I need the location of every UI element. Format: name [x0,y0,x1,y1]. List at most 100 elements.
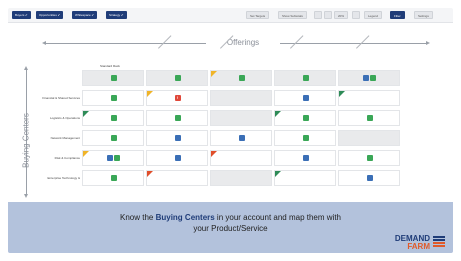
logo-farm-text: FARM [407,242,430,251]
grid-cell[interactable] [82,170,144,186]
red-flag-icon [211,151,217,157]
grid-cell[interactable] [82,110,144,126]
yellow-flag-icon [83,151,89,157]
green-status-icon[interactable] [302,75,309,81]
green-status-icon[interactable] [110,175,117,181]
yellow-flag-icon [147,91,153,97]
green-flag-icon [83,111,89,117]
column-header-line-1 [158,35,172,49]
offerings-axis-right [280,43,426,44]
grid-cell[interactable] [338,110,400,126]
green-status-icon[interactable] [110,115,117,121]
strategy-dropdown[interactable]: Strategy ✔ [106,11,127,19]
banner-line2: your Product/Service [193,224,268,233]
app-frame: Buyers ✔ Opportunities ✔ Whitespace ✔ St… [8,8,453,253]
grid-cell[interactable] [210,130,272,146]
buying-centers-title: Buying Centers [21,113,31,168]
row-label: Network Management [50,136,80,140]
green-status-icon[interactable] [366,155,373,161]
grid-cell[interactable] [210,70,272,86]
grid-cell[interactable] [146,110,208,126]
blue-status-icon[interactable] [174,135,181,141]
zoom-out-icon[interactable] [324,11,332,19]
blue-status-icon[interactable] [302,155,309,161]
green-status-icon[interactable] [302,115,309,121]
blue-status-icon[interactable] [238,135,245,141]
column-header-0: Standard Rack [100,64,120,68]
green-flag-icon [275,111,281,117]
grid-cell[interactable] [338,170,400,186]
show-subtotals-button[interactable]: Show Subtotals [278,11,307,19]
green-status-icon[interactable] [174,115,181,121]
green-status-icon[interactable] [110,135,117,141]
column-header-line-4 [356,35,370,49]
banner-line1-pre: Know the [120,213,156,222]
legend-button[interactable]: Legend [364,11,383,19]
row-label: Financial & Shared Services [42,96,80,100]
grid-cell[interactable] [146,70,208,86]
grid-cell[interactable] [146,130,208,146]
green-status-icon[interactable] [110,75,117,81]
opportunities-dropdown[interactable]: Opportunities ✔ [36,11,64,19]
row-label: Logistics & Operations [49,116,80,120]
set-targets-button[interactable]: Set Targets [246,11,270,19]
column-header-line-3 [290,35,304,49]
caption-banner: Know the Buying Centers in your account … [8,202,453,253]
grid-cell[interactable] [82,70,144,86]
zoom-in-icon[interactable] [352,11,360,19]
grid-cell[interactable] [146,170,208,186]
grid-cell[interactable] [274,70,336,86]
buying-centers-arrow-down [24,194,28,198]
grid-cell[interactable] [82,90,144,106]
green-status-icon[interactable] [370,75,376,81]
grid-cell[interactable] [82,130,144,146]
grid-cell[interactable] [338,150,400,166]
grid-cell[interactable] [210,90,272,106]
grid-cell[interactable] [210,110,272,126]
blue-status-icon[interactable] [174,155,181,161]
banner-line1-bold: Buying Centers [155,213,215,222]
yellow-flag-icon [211,71,217,77]
settings-button[interactable]: Settings [414,11,433,19]
grid-cell[interactable] [210,150,272,166]
logo-bars-icon [433,236,445,248]
grid-cell[interactable]: ! [146,90,208,106]
green-status-icon[interactable] [238,75,245,81]
blue-status-icon[interactable] [302,95,309,101]
green-status-icon[interactable] [114,155,120,161]
grid-cell[interactable] [338,130,400,146]
row-label: Enterprise Technology & [47,176,80,180]
buyers-dropdown[interactable]: Buyers ✔ [12,11,31,19]
grid-cell[interactable] [210,170,272,186]
whitespace-dropdown[interactable]: Whitespace ✔ [72,11,98,19]
offerings-arrow-left [42,41,46,45]
blue-status-icon[interactable] [366,175,373,181]
blue-status-icon[interactable] [363,75,369,81]
red-status-icon[interactable]: ! [174,95,181,101]
demandfarm-logo: DEMAND FARM [387,234,445,251]
green-status-icon[interactable] [110,95,117,101]
row-label: Risk & Compliance [54,156,80,160]
grid-cell[interactable] [146,150,208,166]
green-status-icon[interactable] [302,135,309,141]
zoom-select[interactable]: 20% [334,11,349,19]
green-status-icon[interactable] [366,115,373,121]
offerings-arrow-right [426,41,430,45]
grid-cell[interactable] [338,70,400,86]
grid-cell[interactable] [274,90,336,106]
grid-cell[interactable] [274,130,336,146]
buying-centers-arrow-up [24,66,28,70]
chart-icon[interactable] [314,11,322,19]
grid-cell[interactable] [274,110,336,126]
green-status-icon[interactable] [174,75,181,81]
grid-cell[interactable] [82,150,144,166]
toolbar: Buyers ✔ Opportunities ✔ Whitespace ✔ St… [8,8,453,23]
filter-button[interactable]: Filter [390,11,405,19]
grid-cell[interactable] [338,90,400,106]
green-flag-icon [275,171,281,177]
offerings-axis-left [44,43,206,44]
blue-status-icon[interactable] [107,155,113,161]
grid-cell[interactable] [274,170,336,186]
red-flag-icon [147,171,153,177]
grid-cell[interactable] [274,150,336,166]
